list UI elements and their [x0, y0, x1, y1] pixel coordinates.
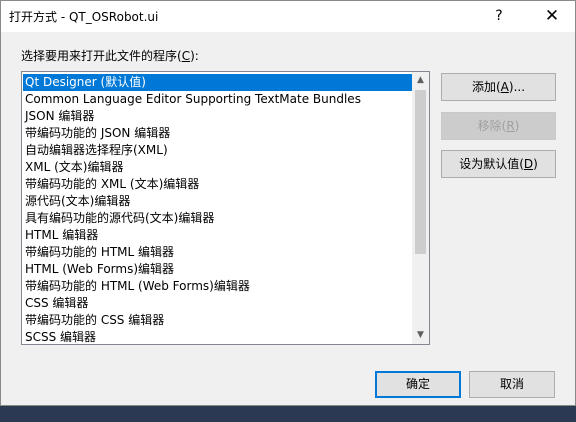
remove-button-hotkey: R [506, 119, 515, 133]
program-list-item[interactable]: 带编码功能的 CSS 编辑器 [23, 312, 412, 329]
add-button-hotkey: A [500, 80, 509, 94]
program-list-item[interactable]: HTML 编辑器 [23, 227, 412, 244]
title-bar[interactable]: 打开方式 - QT_OSRobot.ui ? ✕ [1, 1, 575, 32]
add-button[interactable]: 添加(A)... [441, 73, 556, 101]
program-list-label-hotkey: C [181, 49, 191, 63]
desktop-background-strip [0, 406, 576, 422]
remove-button-label: 移除( [477, 119, 507, 133]
program-list-label: 选择要用来打开此文件的程序(C): [21, 48, 199, 64]
remove-button-suffix: ) [514, 119, 520, 133]
set-default-button-label: 设为默认值( [459, 157, 524, 171]
program-list-item[interactable]: XML (文本)编辑器 [23, 159, 412, 176]
close-icon[interactable]: ✕ [529, 1, 575, 32]
program-list-item[interactable]: 源代码(文本)编辑器 [23, 193, 412, 210]
program-list-item[interactable]: SCSS 编辑器 [23, 329, 412, 344]
add-button-suffix: )... [508, 80, 526, 94]
set-default-button[interactable]: 设为默认值(D) [441, 150, 556, 178]
program-list-item[interactable]: 带编码功能的 XML (文本)编辑器 [23, 176, 412, 193]
program-list-label-text: 选择要用来打开此文件的程序( [21, 49, 182, 63]
program-list-item[interactable]: Common Language Editor Supporting TextMa… [23, 91, 412, 108]
scroll-down-icon[interactable]: ▼ [412, 327, 429, 344]
program-list: Qt Designer (默认值) Common Language Editor … [23, 74, 412, 344]
set-default-button-hotkey: D [523, 157, 534, 171]
program-list-item[interactable]: 自动编辑器选择程序(XML) [23, 142, 412, 159]
program-listbox[interactable]: Qt Designer (默认值) Common Language Editor … [21, 71, 430, 345]
program-list-item[interactable]: 带编码功能的 HTML 编辑器 [23, 244, 412, 261]
program-list-item[interactable]: 带编码功能的 HTML (Web Forms)编辑器 [23, 278, 412, 295]
program-list-item[interactable]: Qt Designer (默认值) [23, 74, 412, 91]
open-with-dialog: 打开方式 - QT_OSRobot.ui ? ✕ 选择要用来打开此文件的程序(C… [0, 0, 576, 406]
program-list-item[interactable]: 具有编码功能的源代码(文本)编辑器 [23, 210, 412, 227]
scroll-up-icon[interactable]: ▲ [412, 72, 429, 89]
set-default-button-suffix: ) [533, 157, 538, 171]
list-scrollbar[interactable]: ▲ ▼ [412, 72, 429, 344]
ok-button[interactable]: 确定 [375, 371, 461, 398]
program-list-item[interactable]: CSS 编辑器 [23, 295, 412, 312]
remove-button[interactable]: 移除(R) [441, 112, 556, 140]
cancel-button[interactable]: 取消 [469, 371, 555, 398]
program-list-item[interactable]: JSON 编辑器 [23, 108, 412, 125]
scroll-thumb[interactable] [415, 90, 426, 254]
add-button-label: 添加( [471, 80, 501, 94]
window-title: 打开方式 - QT_OSRobot.ui [9, 10, 159, 24]
program-list-item[interactable]: 带编码功能的 JSON 编辑器 [23, 125, 412, 142]
program-list-label-suffix: ): [190, 49, 199, 63]
program-list-item[interactable]: HTML (Web Forms)编辑器 [23, 261, 412, 278]
help-icon[interactable]: ? [476, 1, 522, 32]
